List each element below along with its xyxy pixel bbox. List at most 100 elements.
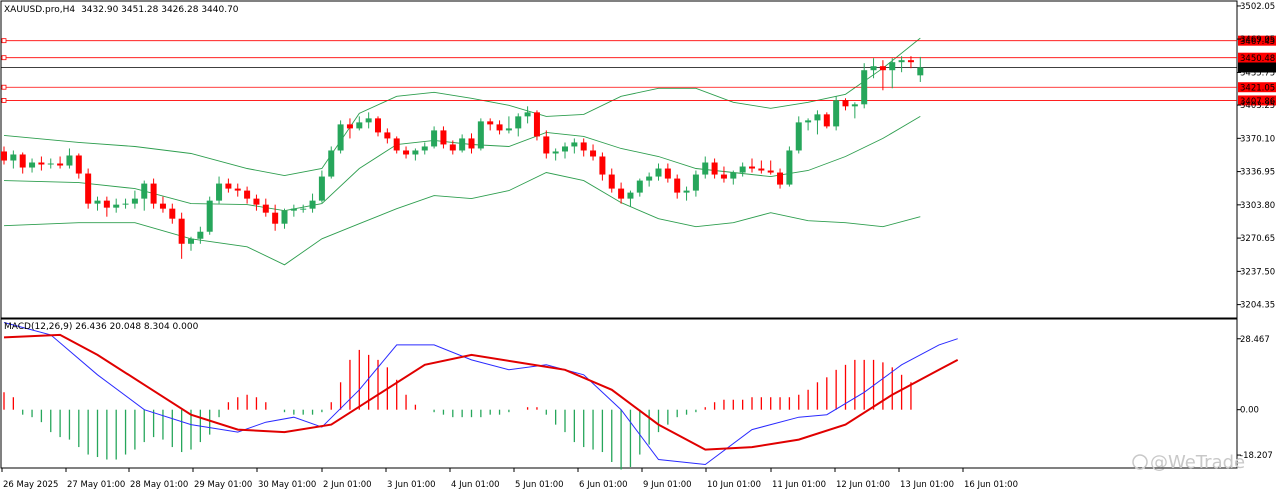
candle-body [870,66,877,71]
candle[interactable] [85,168,92,209]
candle-body [459,138,466,151]
candle-body [571,142,578,147]
candle-body [188,238,194,244]
candle-body [38,162,45,165]
level-anchor-handle[interactable] [1,84,7,90]
time-tick-label: 28 May 01:00 [130,480,188,490]
time-tick-label: 2 Jun 01:00 [323,480,372,490]
candle-body [318,176,325,201]
candle-body [309,200,316,209]
time-tick-label: 9 Jun 01:00 [643,480,692,490]
candle[interactable] [206,196,213,235]
price-tick-label: 3204.35 [1240,301,1275,311]
time-tick-label: 3 Jun 01:00 [387,480,436,490]
candle[interactable] [833,96,840,131]
candle-body [412,150,419,155]
candle-body [477,121,484,149]
candle-body [702,162,709,175]
candle-body [244,190,251,199]
time-tick-label: 13 Jun 01:00 [900,480,954,490]
candle-body [290,208,297,211]
candle-body [749,166,755,169]
candle-body [29,162,36,168]
candle-body [917,67,924,76]
candle-body [842,100,849,107]
time-tick-label: 11 Jun 01:00 [772,480,826,490]
time-tick-label: 26 May 2025 [3,480,58,490]
price-axis: 3502.05 3469.05 3435.75 3403.25 3370.10 3336.… [1237,2,1275,311]
candle-body [533,112,540,137]
candle-body [47,163,54,165]
candle-body [375,118,381,133]
price-tick-label: 3435.75 [1240,68,1275,78]
candle-body [580,142,587,151]
candle-body [861,70,868,105]
candle-body [889,62,896,71]
candle-body [562,146,568,152]
candle-body [19,154,26,168]
candle-body [10,154,17,161]
level-anchor-handle[interactable] [1,38,7,44]
candle-body [683,190,690,193]
candle-body [758,168,765,171]
price-tick-label: 3303.80 [1240,201,1275,211]
candle-body [636,180,643,193]
candle-body [767,170,774,173]
time-tick-label: 27 May 01:00 [67,480,125,490]
candle-body [552,151,559,154]
price-tick-label: 3469.05 [1240,35,1275,45]
candle-body [739,166,746,173]
candle-body [599,156,606,175]
candle[interactable] [337,120,344,154]
level-anchor-handle[interactable] [1,98,7,103]
time-tick-label: 5 Jun 01:00 [515,480,564,490]
candle-body [543,136,550,154]
candle-body [122,203,129,205]
candle-body [393,138,400,151]
macd-pane[interactable] [0,318,1238,469]
candle-body [646,176,653,181]
candle-body [692,174,699,191]
macd-label: MACD(12,26,9) 26.436 20.048 8.304 0.000 [4,322,199,332]
candle-body [262,204,269,213]
candle-body [786,150,793,185]
time-tick-label: 6 Jun 01:00 [579,480,628,490]
candle-body [814,114,821,121]
candle[interactable] [328,146,335,179]
price-tick-label: 3270.65 [1240,234,1275,244]
candle-body [216,183,223,201]
price-tick-label: 3403.25 [1240,101,1275,111]
candle[interactable] [533,110,540,141]
level-anchor-handle[interactable] [1,55,7,61]
candle-body [1,151,7,161]
candle-body [618,188,625,199]
candle-body [113,204,120,208]
candle-body [85,173,92,204]
candle-body [234,188,241,191]
candle[interactable] [477,118,484,151]
candle-body [674,178,681,193]
candle[interactable] [786,146,793,187]
candle-body [898,60,905,63]
macd-tick-label: 28.467 [1240,335,1270,345]
candle-body [851,104,858,107]
candle-body [907,60,914,63]
candle-body [795,122,802,151]
candle-body [403,150,410,155]
candle-body [281,210,288,224]
price-pane[interactable] [0,0,1238,319]
candle-body [206,200,213,232]
price-tick-label: 3237.50 [1240,267,1275,277]
candle-body [131,198,138,204]
candle-body [879,66,886,71]
candle-body [197,231,204,239]
candle[interactable] [823,112,830,129]
candle-body [449,144,456,151]
time-tick-label: 30 May 01:00 [258,480,316,490]
candle-body [505,128,512,131]
macd-axis: 28.4670.00-18.207 [1237,335,1273,461]
price-tick-label: 3370.10 [1240,134,1275,144]
trading-chart[interactable]: 3467.453450.483440.703421.053407.86 3502… [0,0,1280,492]
price-tick-label: 3502.05 [1240,2,1275,12]
macd-tick-label: 0.00 [1240,406,1259,416]
